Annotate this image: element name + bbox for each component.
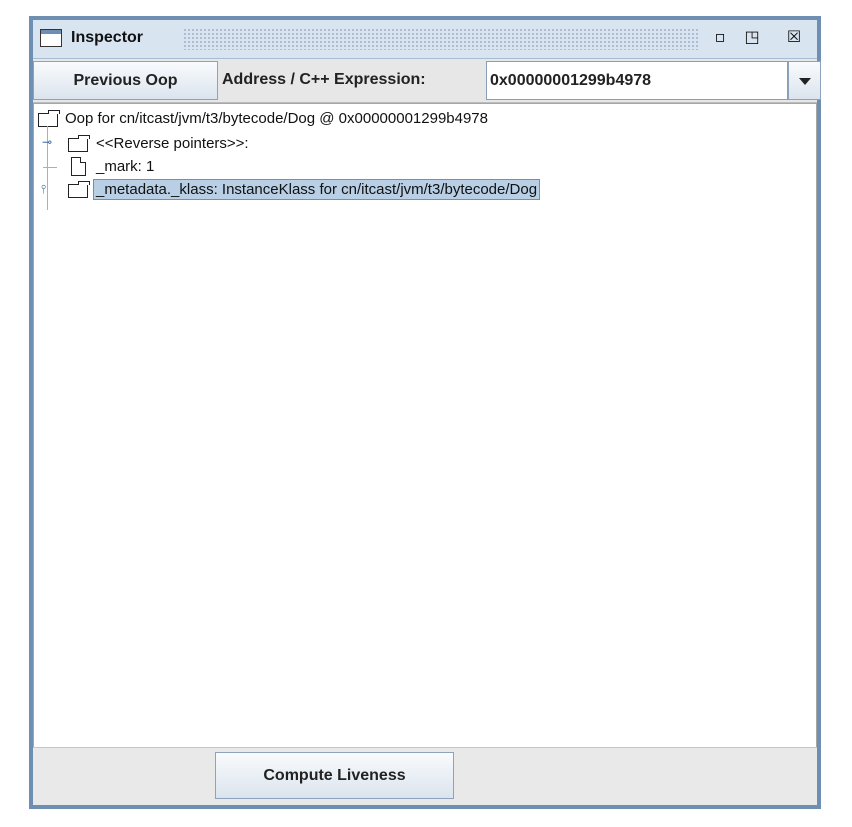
compute-liveness-button[interactable]: Compute Liveness xyxy=(215,752,454,799)
folder-open-icon xyxy=(38,110,60,127)
tree-connector xyxy=(43,167,57,168)
inspector-window: Inspector ▫ ◳ ☒ Previous Oop Address / C… xyxy=(29,16,821,809)
window-content: Inspector ▫ ◳ ☒ Previous Oop Address / C… xyxy=(33,20,821,805)
tree-item-metadata-klass[interactable]: ⫯ _metadata._klass: InstanceKlass for cn… xyxy=(38,179,818,201)
toolbar: Previous Oop Address / C++ Expression: 0… xyxy=(33,59,821,103)
tree-item-label-selected: _metadata._klass: InstanceKlass for cn/i… xyxy=(92,179,541,200)
address-label: Address / C++ Expression: xyxy=(222,71,426,88)
chevron-down-icon[interactable] xyxy=(788,61,821,100)
close-icon[interactable]: ☒ xyxy=(783,26,805,48)
oop-tree[interactable]: Oop for cn/itcast/jvm/t3/bytecode/Dog @ … xyxy=(33,103,817,755)
collapsed-toggle-icon[interactable]: ⫯ xyxy=(41,183,51,195)
maximize-icon[interactable]: ◳ xyxy=(741,26,763,48)
tree-root[interactable]: Oop for cn/itcast/jvm/t3/bytecode/Dog @ … xyxy=(38,108,818,130)
bottom-bar: Compute Liveness xyxy=(33,747,817,805)
window-title: Inspector xyxy=(71,29,144,46)
title-bar[interactable]: Inspector ▫ ◳ ☒ xyxy=(33,20,817,59)
collapsed-toggle-icon[interactable]: ⊸ xyxy=(42,136,52,148)
tree-item-mark[interactable]: _mark: 1 xyxy=(38,156,818,178)
window-icon xyxy=(40,29,62,47)
tree-item-reverse-pointers[interactable]: ⊸ <<Reverse pointers>>: xyxy=(38,133,818,155)
previous-oop-button[interactable]: Previous Oop xyxy=(33,61,218,100)
minimize-icon[interactable]: ▫ xyxy=(709,26,731,48)
address-input[interactable]: 0x00000001299b4978 xyxy=(490,72,651,90)
tree-item-label: <<Reverse pointers>>: xyxy=(96,135,249,152)
folder-icon xyxy=(68,181,90,198)
tree-item-label: _mark: 1 xyxy=(96,158,155,175)
tree-root-label: Oop for cn/itcast/jvm/t3/bytecode/Dog @ … xyxy=(65,110,488,127)
folder-icon xyxy=(68,135,90,152)
address-combobox[interactable]: 0x00000001299b4978 xyxy=(486,61,788,100)
title-bar-grip[interactable] xyxy=(183,28,700,50)
document-icon xyxy=(71,157,86,176)
